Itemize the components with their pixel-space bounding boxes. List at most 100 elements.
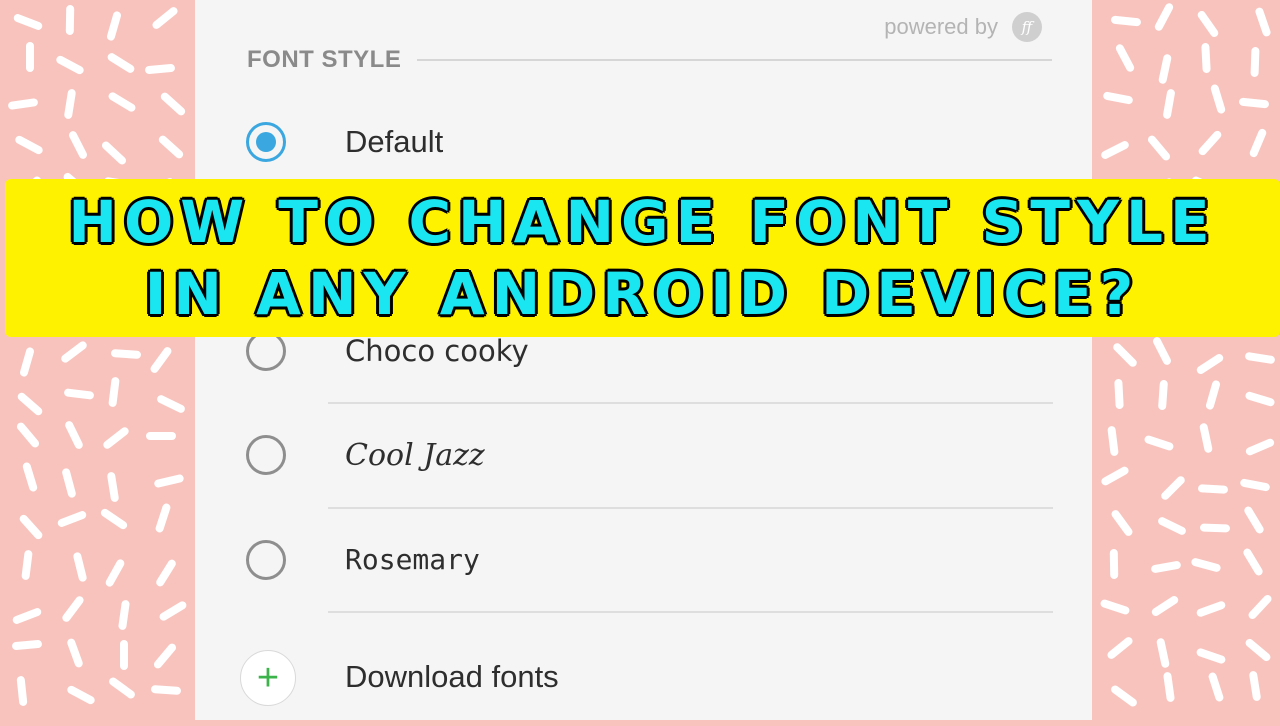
sprinkle xyxy=(117,599,131,631)
sprinkle xyxy=(1196,9,1220,39)
section-header: FONT STYLE xyxy=(247,46,1052,74)
sprinkle xyxy=(1254,6,1272,38)
sprinkle xyxy=(150,5,180,31)
font-option-label: Rosemary xyxy=(345,543,480,576)
sprinkle xyxy=(104,557,126,589)
sprinkle xyxy=(1114,42,1136,74)
sprinkle xyxy=(1207,671,1225,703)
sprinkle xyxy=(12,12,44,32)
ff-logo-icon: ff xyxy=(1012,12,1042,42)
sprinkle xyxy=(63,419,85,451)
sprinkle xyxy=(1241,547,1265,577)
sprinkle xyxy=(108,376,120,408)
sprinkle xyxy=(152,641,178,671)
sprinkle xyxy=(1156,515,1188,537)
sprinkle xyxy=(1150,594,1180,618)
sprinkle xyxy=(63,88,77,120)
sprinkle xyxy=(56,509,88,529)
sprinkle xyxy=(153,473,185,489)
sprinkle xyxy=(1114,378,1124,410)
sprinkle xyxy=(63,388,95,400)
sprinkle xyxy=(1244,351,1276,365)
sprinkle xyxy=(1195,647,1227,665)
sprinkle xyxy=(100,139,128,167)
radio-unselected-icon[interactable] xyxy=(246,540,286,580)
sprinkle xyxy=(144,63,176,75)
sprinkle xyxy=(21,461,39,493)
sprinkle xyxy=(17,513,45,541)
sprinkle xyxy=(1162,88,1176,120)
sprinkle xyxy=(1150,560,1182,574)
font-option-default[interactable]: Default xyxy=(195,93,1092,193)
sprinkle xyxy=(16,675,28,707)
sprinkle xyxy=(66,637,84,669)
font-option-label: Default xyxy=(345,124,444,159)
sprinkle xyxy=(1146,133,1172,163)
sprinkle xyxy=(1199,523,1231,533)
sprinkle xyxy=(67,129,89,161)
font-option-label: Cool Jazz xyxy=(345,438,485,473)
sprinkle-background-right xyxy=(1092,0,1280,720)
sprinkle xyxy=(1111,341,1139,369)
sprinkle xyxy=(1159,474,1187,502)
sprinkle xyxy=(101,425,131,451)
sprinkle xyxy=(1195,352,1225,376)
sprinkle xyxy=(1107,425,1119,457)
download-fonts-item[interactable]: + Download fonts xyxy=(195,626,1092,726)
plus-icon[interactable]: + xyxy=(240,650,296,706)
sprinkle-background-left xyxy=(0,0,195,720)
sprinkle xyxy=(7,97,39,111)
sprinkle xyxy=(60,594,86,624)
sprinkle xyxy=(155,393,187,415)
sprinkle xyxy=(106,51,136,75)
title-banner: HOW TO CHANGE FONT STYLE IN ANY ANDROID … xyxy=(5,179,1280,337)
sprinkle xyxy=(146,432,176,440)
sprinkle xyxy=(1110,15,1142,27)
radio-unselected-icon[interactable] xyxy=(246,331,286,371)
sprinkle xyxy=(59,339,89,365)
sprinkle xyxy=(26,42,34,72)
sprinkle xyxy=(1243,637,1273,663)
sprinkle xyxy=(1244,390,1276,408)
sprinkle xyxy=(1239,478,1271,492)
download-fonts-label: Download fonts xyxy=(345,659,559,694)
divider xyxy=(328,402,1053,404)
font-option-rosemary[interactable]: Rosemary xyxy=(195,510,1092,610)
font-option-cool-jazz[interactable]: Cool Jazz xyxy=(195,405,1092,505)
powered-by: powered by ff xyxy=(884,12,1042,42)
sprinkle xyxy=(1205,379,1221,411)
sprinkle xyxy=(21,549,33,581)
sprinkle xyxy=(154,502,172,534)
section-divider xyxy=(417,59,1052,61)
sprinkle xyxy=(11,639,43,651)
sprinkle xyxy=(1099,139,1131,161)
sprinkle xyxy=(1250,46,1260,78)
sprinkle xyxy=(19,346,35,378)
sprinkle xyxy=(61,467,77,499)
sprinkle xyxy=(1246,593,1274,621)
sprinkle xyxy=(1162,671,1176,703)
sprinkle xyxy=(1248,127,1268,159)
sprinkle xyxy=(1238,97,1270,109)
sprinkle xyxy=(1209,83,1227,115)
radio-selected-icon[interactable] xyxy=(246,122,286,162)
banner-title-line-1: HOW TO CHANGE FONT STYLE xyxy=(68,188,1217,256)
sprinkle xyxy=(99,507,129,531)
sprinkle xyxy=(65,4,75,36)
sprinkle xyxy=(1190,557,1222,573)
divider xyxy=(328,611,1053,613)
sprinkle xyxy=(1105,635,1135,661)
sprinkle xyxy=(1109,508,1135,538)
sprinkle xyxy=(158,599,188,623)
radio-unselected-icon[interactable] xyxy=(246,435,286,475)
sprinkle xyxy=(1155,637,1171,669)
powered-by-text: powered by xyxy=(884,14,998,39)
divider xyxy=(328,507,1053,509)
sprinkle xyxy=(1099,465,1131,487)
sprinkle xyxy=(1099,598,1131,616)
sprinkle xyxy=(148,345,174,375)
sprinkle xyxy=(1242,505,1266,535)
sprinkle xyxy=(54,54,86,76)
sprinkle xyxy=(1248,670,1262,702)
sprinkle xyxy=(107,675,137,701)
